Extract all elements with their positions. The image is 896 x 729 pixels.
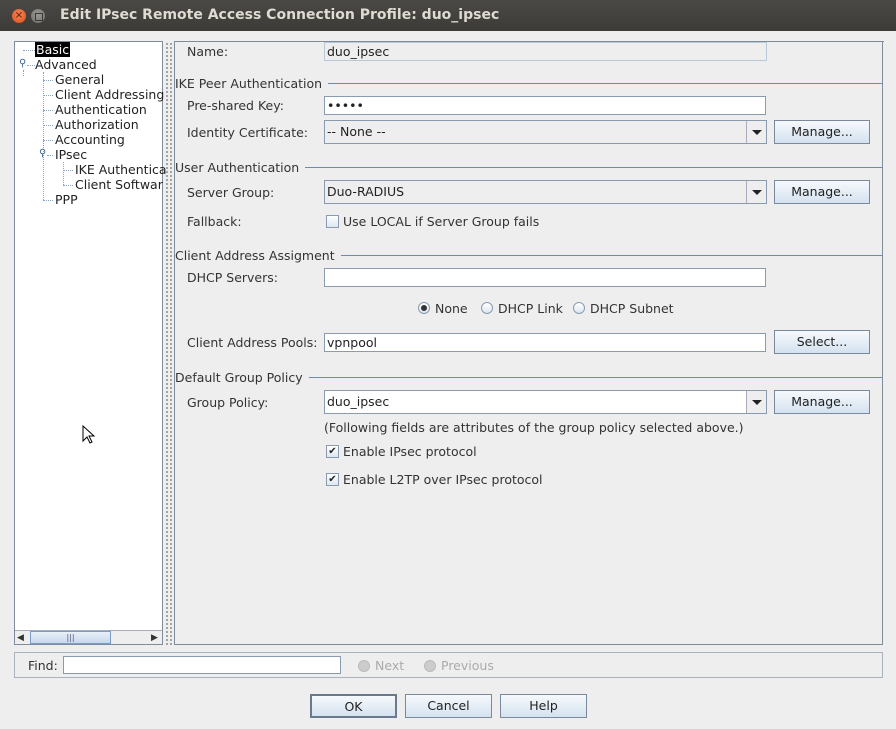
find-next-button[interactable]: Next (358, 658, 404, 673)
user-auth-group-title: User Authentication (175, 160, 306, 175)
navigation-tree: ⚲ ⚲ Basic Advanced General Client Addres… (14, 41, 167, 645)
tree-item-authorization[interactable]: Authorization (55, 118, 139, 132)
radio-dhcp-subnet[interactable] (573, 302, 585, 314)
tree-item-ipsec[interactable]: IPsec (55, 148, 87, 162)
find-bar: Find: Next Previous (14, 652, 883, 678)
tree-item-ike-authentication[interactable]: IKE Authentica (75, 163, 167, 177)
tree-expand-icon[interactable]: ⚲ (39, 148, 46, 159)
manage-group-policy-button[interactable]: Manage... (774, 390, 870, 414)
mouse-cursor-icon (82, 425, 96, 444)
chevron-down-icon[interactable] (746, 121, 766, 143)
radio-dhcp-link[interactable] (481, 302, 493, 314)
split-pane-divider[interactable] (164, 41, 173, 645)
window-title: Edit IPsec Remote Access Connection Prof… (60, 7, 500, 23)
server-group-value: Duo-RADIUS (327, 184, 405, 199)
identity-certificate-label: Identity Certificate: (187, 125, 309, 140)
radio-none-label[interactable]: None (435, 301, 468, 316)
radio-dhcp-subnet-label[interactable]: DHCP Subnet (590, 301, 674, 316)
radio-none[interactable] (418, 302, 430, 314)
preshared-key-input[interactable]: ••••• (324, 96, 766, 115)
default-group-policy-group-title: Default Group Policy (175, 370, 309, 385)
tree-item-basic[interactable]: Basic (35, 42, 71, 57)
fallback-option-label[interactable]: Use LOCAL if Server Group fails (343, 214, 539, 229)
server-group-select[interactable]: Duo-RADIUS (324, 180, 767, 204)
tree-item-client-software[interactable]: Client Softwar (75, 178, 163, 192)
ok-button[interactable]: OK (310, 694, 397, 718)
cancel-button[interactable]: Cancel (405, 694, 492, 718)
find-next-label: Next (375, 658, 405, 673)
fallback-label: Fallback: (187, 214, 242, 229)
manage-server-group-button[interactable]: Manage... (774, 180, 870, 204)
group-policy-label: Group Policy: (187, 395, 269, 410)
arrow-up-icon (424, 660, 436, 672)
tree-horizontal-scrollbar[interactable]: ◀ ||| ▶ (15, 630, 162, 644)
tree-item-accounting[interactable]: Accounting (55, 133, 125, 147)
enable-ipsec-checkbox[interactable]: ✔ (326, 445, 339, 458)
group-policy-select[interactable]: duo_ipsec (324, 390, 767, 414)
find-label: Find: (28, 658, 58, 673)
tree-item-authentication[interactable]: Authentication (55, 103, 147, 117)
enable-l2tp-label[interactable]: Enable L2TP over IPsec protocol (343, 472, 543, 487)
tree-expand-icon[interactable]: ⚲ (19, 58, 26, 69)
chevron-down-icon[interactable] (746, 181, 766, 203)
find-input[interactable] (63, 656, 341, 674)
radio-dhcp-link-label[interactable]: DHCP Link (498, 301, 563, 316)
client-address-pools-input[interactable]: vpnpool (324, 333, 766, 352)
fallback-checkbox[interactable] (326, 215, 339, 228)
enable-ipsec-label[interactable]: Enable IPsec protocol (343, 444, 477, 459)
minimize-icon[interactable] (31, 9, 45, 23)
name-field: duo_ipsec (324, 42, 767, 61)
server-group-label: Server Group: (187, 185, 275, 200)
tree-item-client-addressing[interactable]: Client Addressing (55, 88, 164, 102)
client-address-group-title: Client Address Assigment (175, 248, 341, 263)
tree-item-general[interactable]: General (55, 73, 104, 87)
dhcp-servers-label: DHCP Servers: (187, 270, 278, 285)
tree-item-advanced[interactable]: Advanced (35, 58, 97, 72)
group-policy-value: duo_ipsec (327, 394, 390, 409)
ike-peer-auth-group-title: IKE Peer Authentication (175, 76, 329, 91)
enable-l2tp-checkbox[interactable]: ✔ (326, 473, 339, 486)
preshared-key-label: Pre-shared Key: (187, 98, 284, 113)
scroll-right-icon[interactable]: ▶ (151, 633, 158, 643)
name-label: Name: (187, 44, 229, 59)
find-previous-button[interactable]: Previous (424, 658, 494, 673)
close-icon[interactable]: × (12, 9, 26, 23)
chevron-down-icon[interactable] (746, 391, 766, 413)
client-address-pools-label: Client Address Pools: (187, 335, 318, 350)
identity-certificate-select[interactable]: -- None -- (324, 120, 767, 144)
scroll-thumb[interactable]: ||| (30, 631, 111, 644)
title-bar: × Edit IPsec Remote Access Connection Pr… (0, 0, 896, 31)
tree-item-ppp[interactable]: PPP (55, 193, 78, 207)
identity-certificate-value: -- None -- (327, 124, 386, 139)
select-pools-button[interactable]: Select... (774, 330, 870, 354)
find-previous-label: Previous (441, 658, 494, 673)
manage-certificate-button[interactable]: Manage... (774, 120, 870, 144)
help-button[interactable]: Help (500, 694, 587, 718)
dhcp-servers-input[interactable] (324, 268, 766, 287)
scroll-left-icon[interactable]: ◀ (17, 633, 24, 643)
group-policy-note: (Following fields are attributes of the … (324, 420, 744, 435)
arrow-down-icon (358, 660, 370, 672)
